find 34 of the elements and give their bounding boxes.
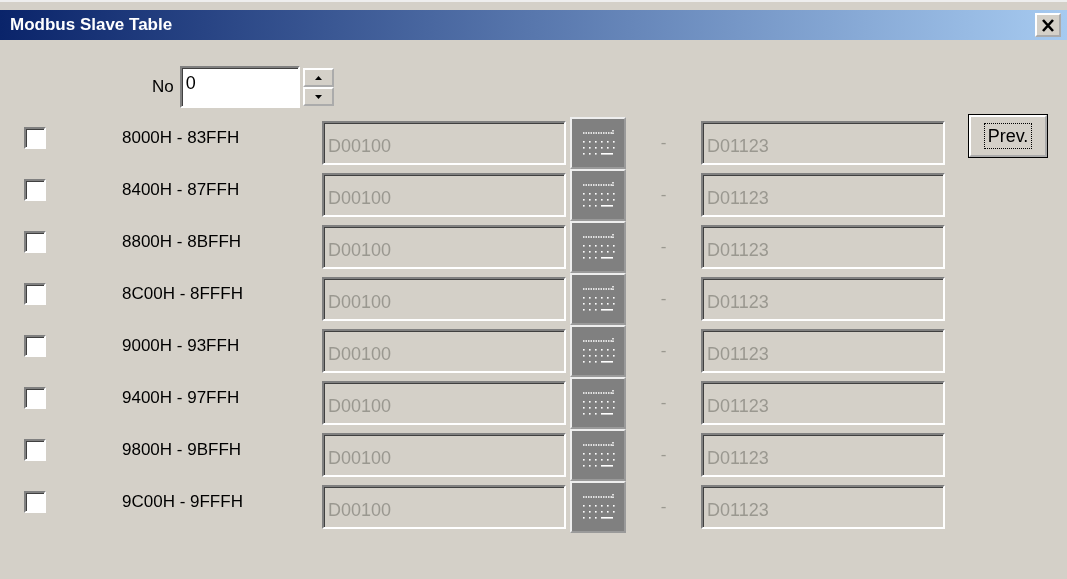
keyboard-button[interactable] [570, 169, 626, 221]
down-arrow-icon [314, 94, 322, 99]
window-title: Modbus Slave Table [10, 15, 173, 35]
close-icon [1041, 18, 1055, 32]
keyboard-button[interactable] [570, 429, 626, 481]
up-arrow-icon [314, 75, 322, 80]
range-separator: - [659, 185, 668, 205]
keyboard-button[interactable] [570, 117, 626, 169]
range-separator: - [659, 445, 668, 465]
range-separator: - [659, 289, 668, 309]
number-field[interactable]: 0 [179, 66, 300, 108]
spin-up-button[interactable] [302, 68, 334, 87]
range-separator: - [659, 497, 668, 517]
range-separator: - [659, 341, 668, 361]
range-separator: - [659, 133, 668, 153]
address-range: 8C00H - 8FFFH [122, 284, 244, 304]
address-range: 9C00H - 9FFFH [122, 492, 244, 512]
keyboard-button[interactable] [570, 325, 626, 377]
address-range: 8000H - 83FFH [122, 128, 241, 148]
prev-button[interactable]: Prev. [969, 115, 1047, 157]
address-range: 8400H - 87FFH [122, 180, 241, 200]
close-button[interactable] [1035, 13, 1061, 37]
address-range: 8800H - 8BFFH [122, 232, 243, 252]
range-separator: - [659, 237, 668, 257]
address-range: 9000H - 93FFH [122, 336, 241, 356]
address-range: 9800H - 9BFFH [122, 440, 243, 460]
address-range: 9400H - 97FFH [122, 388, 241, 408]
spin-down-button[interactable] [302, 87, 334, 106]
keyboard-button[interactable] [570, 273, 626, 325]
keyboard-button[interactable] [570, 377, 626, 429]
keyboard-button[interactable] [570, 481, 626, 533]
range-separator: - [659, 393, 668, 413]
keyboard-button[interactable] [570, 221, 626, 273]
no-label: No [152, 77, 174, 97]
